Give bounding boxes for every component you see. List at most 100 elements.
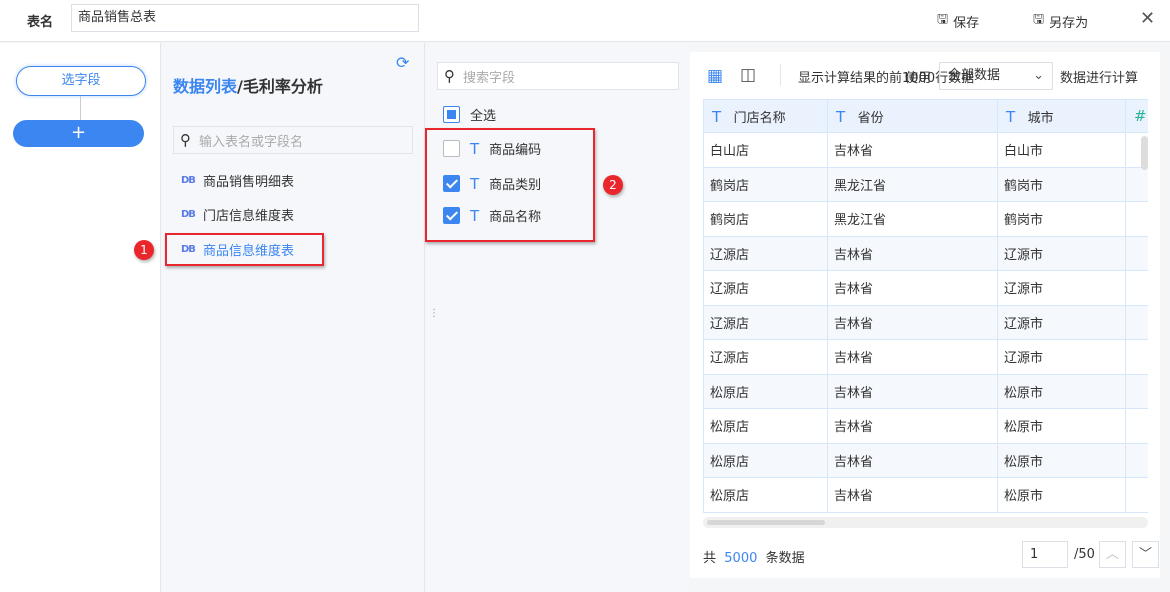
checkbox[interactable] — [443, 106, 460, 123]
table-row[interactable]: 辽源店 吉林省 辽源市 — [703, 339, 1148, 375]
table-cell: 吉林省 — [827, 304, 998, 340]
table-row[interactable]: 松原店 吉林省 松原市 — [703, 408, 1148, 444]
save-as-button[interactable]: 🖫 另存为 — [1033, 10, 1088, 32]
chevron-down-icon: ⌄ — [1033, 68, 1044, 83]
table-item[interactable]: DB 门店信息维度表 — [181, 205, 294, 224]
table-cell: 辽源店 — [703, 270, 828, 306]
table-cell: 吉林省 — [827, 442, 998, 478]
refresh-icon[interactable]: ⟳ — [396, 53, 409, 72]
horizontal-scrollbar-track[interactable] — [703, 517, 1148, 528]
annotation-box-1 — [165, 233, 324, 266]
suffix-text: 数据进行计算 — [1060, 71, 1139, 86]
table-row[interactable]: 鹤岗店 黑龙江省 鹤岗市 — [703, 201, 1148, 237]
table-cell — [1125, 373, 1148, 409]
table-cell: 辽源店 — [703, 235, 828, 271]
step-connector — [80, 96, 81, 120]
field-search-input[interactable]: ⚲ 搜索字段 — [437, 62, 679, 90]
total-count: 共 5000 条数据 — [703, 551, 805, 566]
table-cell — [1125, 442, 1148, 478]
table-row[interactable]: 松原店 吉林省 松原市 — [703, 373, 1148, 409]
table-cell: 松原店 — [703, 408, 828, 444]
table-row[interactable]: 松原店 吉林省 松原市 — [703, 442, 1148, 478]
table-cell — [1125, 270, 1148, 306]
chevron-down-icon: ﹀ — [1138, 547, 1152, 562]
data-scope-select[interactable]: 全部数据 ⌄ — [939, 62, 1053, 90]
save-button[interactable]: 🖫 保存 — [937, 10, 979, 32]
next-page-button[interactable]: ﹀ — [1132, 541, 1159, 568]
top-bar: 表名 商品销售总表 🖫 保存 🖫 另存为 ✕ — [0, 0, 1170, 42]
table-cell: 吉林省 — [827, 339, 998, 375]
table-cell: 松原店 — [703, 477, 828, 513]
table-search-input[interactable]: ⚲ 输入表名或字段名 — [173, 126, 413, 154]
table-cell: 吉林省 — [827, 235, 998, 271]
column-header[interactable]: T 省份 — [827, 99, 998, 133]
text-type-icon: T — [836, 107, 846, 126]
select-all-checkbox[interactable]: 全选 — [443, 105, 496, 124]
close-icon[interactable]: ✕ — [1140, 8, 1155, 29]
data-table: T 门店名称 T 省份 T 城市 # 白山店 吉林省 白山市 鹤岗店 黑龙江省 鹤岗市 鹤岗… — [703, 99, 1148, 513]
table-cell: 黑龙江省 — [827, 201, 998, 237]
table-cell — [1125, 408, 1148, 444]
save-icon: 🖫 — [937, 12, 949, 27]
resize-handle[interactable]: ⋮ — [429, 308, 439, 319]
table-cell: 松原市 — [997, 477, 1126, 513]
table-cell — [1125, 304, 1148, 340]
table-cell: 白山店 — [703, 132, 828, 168]
table-cell: 辽源店 — [703, 339, 828, 375]
table-cell — [1125, 201, 1148, 237]
select-fields-step[interactable]: 选字段 — [16, 66, 146, 96]
table-cell: 鹤岗店 — [703, 166, 828, 202]
table-item[interactable]: DB 商品销售明细表 — [181, 171, 294, 190]
table-cell: 吉林省 — [827, 408, 998, 444]
breadcrumb-root[interactable]: 数据列表 — [173, 77, 237, 96]
column-header[interactable]: T 城市 — [997, 99, 1126, 133]
table-row[interactable]: 松原店 吉林省 松原市 — [703, 477, 1148, 513]
table-cell: 辽源市 — [997, 339, 1126, 375]
annotation-badge-1: 1 — [134, 240, 154, 260]
search-icon: ⚲ — [444, 67, 455, 85]
add-step-button[interactable]: + — [13, 120, 144, 147]
table-row[interactable]: 辽源店 吉林省 辽源市 — [703, 235, 1148, 271]
column-header[interactable]: T 门店名称 — [703, 99, 828, 133]
number-type-icon: # — [1134, 107, 1147, 125]
table-cell: 松原市 — [997, 442, 1126, 478]
table-cell: 松原市 — [997, 408, 1126, 444]
table-row[interactable]: 白山店 吉林省 白山市 — [703, 132, 1148, 168]
field-list-panel — [426, 43, 690, 592]
table-row[interactable]: 辽源店 吉林省 辽源市 — [703, 270, 1148, 306]
table-icon: DB — [181, 209, 196, 220]
column-header[interactable]: # — [1125, 99, 1148, 133]
table-name-label: 表名 — [27, 15, 54, 30]
table-cell: 鹤岗店 — [703, 201, 828, 237]
page-input[interactable]: 1 — [1022, 541, 1068, 568]
table-cell — [1125, 477, 1148, 513]
table-cell: 鹤岗市 — [997, 201, 1126, 237]
table-cell: 鹤岗市 — [997, 166, 1126, 202]
horizontal-scrollbar-thumb[interactable] — [707, 520, 825, 525]
table-name-input[interactable]: 商品销售总表 — [71, 4, 419, 32]
annotation-box-2 — [425, 128, 595, 242]
layout-view-icon[interactable]: ◫ — [740, 65, 756, 85]
table-cell: 松原店 — [703, 442, 828, 478]
table-cell: 吉林省 — [827, 477, 998, 513]
annotation-badge-2: 2 — [603, 175, 623, 195]
grid-view-icon[interactable]: ▦ — [707, 66, 723, 86]
table-row[interactable]: 鹤岗店 黑龙江省 鹤岗市 — [703, 166, 1148, 202]
table-cell: 辽源市 — [997, 235, 1126, 271]
use-label: 使用 — [905, 71, 932, 86]
table-cell: 黑龙江省 — [827, 166, 998, 202]
prev-page-button[interactable]: ︿ — [1099, 541, 1126, 568]
table-cell: 松原市 — [997, 373, 1126, 409]
table-row[interactable]: 辽源店 吉林省 辽源市 — [703, 304, 1148, 340]
search-icon: ⚲ — [180, 131, 191, 149]
table-cell: 辽源市 — [997, 304, 1126, 340]
table-icon: DB — [181, 175, 196, 186]
divider — [780, 64, 781, 86]
preview-panel: ▦ ◫ 显示计算结果的前1000行数据 使用 全部数据 ⌄ 数据进行计算 T 门店… — [690, 52, 1160, 578]
text-type-icon: T — [1006, 107, 1016, 126]
text-type-icon: T — [712, 107, 722, 126]
save-as-icon: 🖫 — [1033, 12, 1045, 27]
breadcrumb: 数据列表/毛利率分析 — [173, 77, 323, 96]
vertical-scrollbar[interactable] — [1141, 136, 1148, 170]
table-cell: 吉林省 — [827, 270, 998, 306]
